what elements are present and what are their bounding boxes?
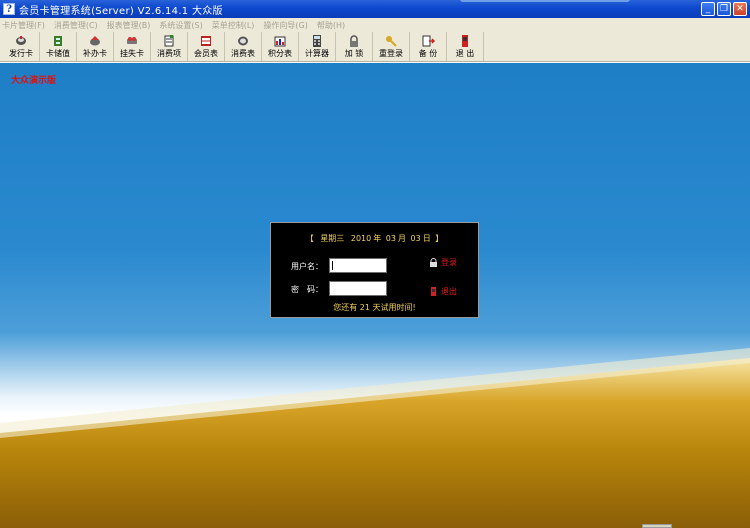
consumption-table-icon	[238, 36, 248, 46]
taskbar-fragment	[642, 524, 672, 528]
lock-icon	[430, 258, 437, 267]
toolbar-label: 重登录	[379, 49, 403, 58]
menu-operation-wizard[interactable]: 操作向导(G)	[263, 20, 307, 31]
username-field[interactable]	[329, 258, 387, 273]
reissue-card-icon	[90, 36, 100, 46]
card-recharge-icon	[54, 36, 62, 46]
month-unit: 月	[397, 234, 406, 243]
backup-icon	[422, 35, 435, 47]
toolbar-exit-button[interactable]: 退 出	[447, 32, 484, 61]
menu-card-management[interactable]: 卡片管理(F)	[2, 20, 45, 31]
minimize-button[interactable]: _	[701, 2, 715, 16]
relogin-key-icon	[386, 36, 397, 47]
lock-icon	[350, 35, 358, 47]
exit-label: 退出	[441, 287, 457, 296]
toolbar-points-table-button[interactable]: 积分表	[262, 32, 299, 61]
title-bar: ? 会员卡管理系统(Server) V2.6.14.1 大众版 _ ❐ ✕	[0, 0, 750, 18]
points-table-icon	[274, 36, 286, 47]
restore-button[interactable]: ❐	[717, 2, 731, 16]
issue-card-icon	[16, 36, 26, 45]
exit-icon	[462, 35, 468, 47]
toolbar-label: 积分表	[268, 49, 292, 58]
date-display: 【 星期三 2010 年 03 月 03 日 】	[271, 233, 478, 244]
report-lost-card-icon	[127, 37, 137, 44]
menu-menu-control[interactable]: 菜单控制(L)	[212, 20, 255, 31]
window-title: 会员卡管理系统(Server) V2.6.14.1 大众版	[19, 5, 223, 17]
toolbar-label: 补办卡	[83, 49, 107, 58]
toolbar-relogin-button[interactable]: 重登录	[373, 32, 410, 61]
toolbar-label: 发行卡	[9, 49, 33, 58]
calculator-icon	[313, 35, 321, 47]
toolbar-card-recharge-button[interactable]: 卡储值	[40, 32, 77, 61]
toolbar-label: 消费表	[231, 49, 255, 58]
username-label: 用户名：	[291, 262, 323, 271]
toolbar-label: 备 份	[418, 49, 438, 58]
login-label: 登录	[441, 258, 457, 267]
taskbar-tab-edge	[460, 0, 630, 2]
toolbar-label: 计算器	[305, 49, 329, 58]
window-controls: _ ❐ ✕	[701, 2, 747, 16]
toolbar-consumption-item-button[interactable]: 消费项	[151, 32, 188, 61]
day: 03	[410, 234, 421, 243]
menu-help[interactable]: 帮助(H)	[317, 20, 345, 31]
exit-icon	[431, 287, 436, 296]
password-label: 密 码：	[291, 285, 323, 294]
close-button[interactable]: ✕	[733, 2, 747, 16]
toolbar: 发行卡 卡储值 补办卡 挂失卡 消费项 会员表 消费表 积分表 计算器 加 锁 …	[0, 32, 750, 62]
month: 03	[385, 234, 396, 243]
year: 2010	[350, 234, 372, 243]
toolbar-label: 加 锁	[344, 49, 364, 58]
toolbar-label: 退 出	[455, 49, 475, 58]
toolbar-calculator-button[interactable]: 计算器	[299, 32, 336, 61]
toolbar-issue-card-button[interactable]: 发行卡	[3, 32, 40, 61]
toolbar-reissue-card-button[interactable]: 补办卡	[77, 32, 114, 61]
toolbar-lock-button[interactable]: 加 锁	[336, 32, 373, 61]
menu-system-settings[interactable]: 系统设置(S)	[159, 20, 202, 31]
login-button[interactable]: 登录	[429, 257, 457, 268]
day-unit: 日	[422, 234, 431, 243]
app-icon: ?	[3, 3, 15, 15]
toolbar-backup-button[interactable]: 备 份	[410, 32, 447, 61]
year-unit: 年	[373, 234, 382, 243]
date-bracket-right: 】	[435, 234, 444, 243]
password-field[interactable]	[329, 281, 387, 296]
menu-report-management[interactable]: 报表管理(B)	[107, 20, 151, 31]
toolbar-member-table-button[interactable]: 会员表	[188, 32, 225, 61]
toolbar-label: 会员表	[194, 49, 218, 58]
weekday: 星期三	[320, 234, 345, 243]
toolbar-consumption-table-button[interactable]: 消费表	[225, 32, 262, 61]
toolbar-report-lost-button[interactable]: 挂失卡	[114, 32, 151, 61]
menu-consumption-management[interactable]: 消费管理(C)	[54, 20, 98, 31]
date-bracket-left: 【	[305, 234, 314, 243]
demo-edition-label: 大众演示版	[11, 76, 57, 86]
menu-bar: 卡片管理(F) 消费管理(C) 报表管理(B) 系统设置(S) 菜单控制(L) …	[0, 18, 750, 32]
toolbar-label: 卡储值	[46, 49, 70, 58]
toolbar-label: 消费项	[157, 49, 181, 58]
login-dialog: 【 星期三 2010 年 03 月 03 日 】 用户名： 密 码： 登录 退出 您还…	[270, 222, 479, 318]
toolbar-label: 挂失卡	[120, 49, 144, 58]
member-table-icon	[201, 36, 211, 46]
trial-notice: 您还有 21 天试用时间!	[333, 303, 416, 312]
exit-button[interactable]: 退出	[429, 286, 457, 297]
consumption-item-icon	[164, 35, 174, 47]
